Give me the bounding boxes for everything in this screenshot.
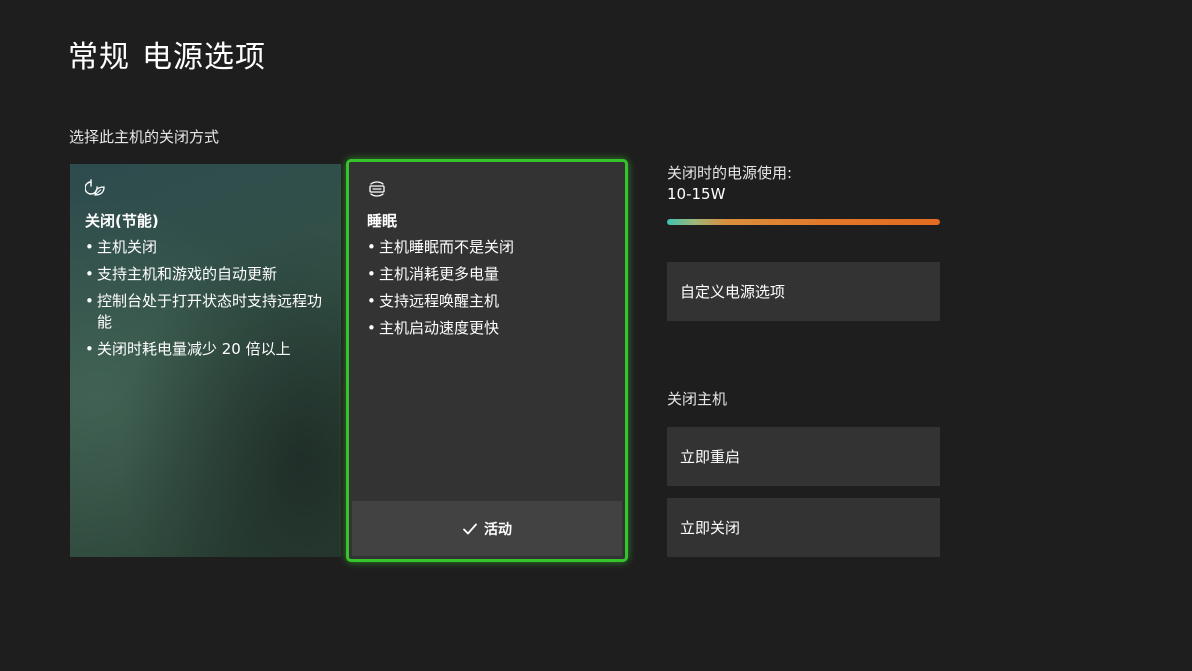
shutdown-section-label: 关闭主机	[667, 390, 728, 408]
list-item: 主机关闭	[85, 237, 326, 258]
list-item: 主机消耗更多电量	[367, 264, 607, 285]
power-usage-value: 10-15W	[667, 185, 726, 203]
shutdown-mode-label: 选择此主机的关闭方式	[69, 128, 220, 146]
list-item: 主机启动速度更快	[367, 318, 607, 339]
power-usage-label: 关闭时的电源使用:	[667, 164, 793, 182]
list-item: 支持远程唤醒主机	[367, 291, 607, 312]
shutdown-now-label: 立即关闭	[680, 519, 741, 537]
sleep-feature-list: 主机睡眠而不是关闭 主机消耗更多电量 支持远程唤醒主机 主机启动速度更快	[367, 237, 607, 339]
shutdown-now-button[interactable]: 立即关闭	[667, 498, 940, 557]
active-status-label: 活动	[484, 521, 512, 538]
custom-power-options-button[interactable]: 自定义电源选项	[667, 262, 940, 321]
page-title-category: 常规	[68, 40, 130, 75]
page-title-name: 电源选项	[142, 40, 266, 75]
active-status-bar: 活动	[352, 501, 622, 556]
list-item: 支持主机和游戏的自动更新	[85, 264, 326, 285]
restart-now-button[interactable]: 立即重启	[667, 427, 940, 486]
sleep-mode-card[interactable]: 睡眠 主机睡眠而不是关闭 主机消耗更多电量 支持远程唤醒主机 主机启动速度更快 …	[346, 159, 628, 562]
list-item: 关闭时耗电量减少 20 倍以上	[85, 339, 326, 360]
power-usage-meter	[667, 219, 940, 225]
page-title: 常规 电源选项	[68, 32, 266, 76]
custom-power-options-label: 自定义电源选项	[680, 283, 786, 301]
energy-saving-mode-title: 关闭(节能)	[85, 212, 159, 230]
restart-now-label: 立即重启	[680, 448, 741, 466]
energy-saving-feature-list: 主机关闭 支持主机和游戏的自动更新 控制台处于打开状态时支持远程功能 关闭时耗电…	[85, 237, 326, 360]
list-item: 控制台处于打开状态时支持远程功能	[85, 291, 326, 333]
power-leaf-icon	[85, 179, 105, 196]
sleep-console-icon	[369, 181, 385, 197]
list-item: 主机睡眠而不是关闭	[367, 237, 607, 258]
checkmark-icon	[463, 523, 477, 534]
sleep-mode-title: 睡眠	[367, 212, 398, 230]
energy-saving-mode-card[interactable]: 关闭(节能) 主机关闭 支持主机和游戏的自动更新 控制台处于打开状态时支持远程功…	[70, 164, 341, 557]
